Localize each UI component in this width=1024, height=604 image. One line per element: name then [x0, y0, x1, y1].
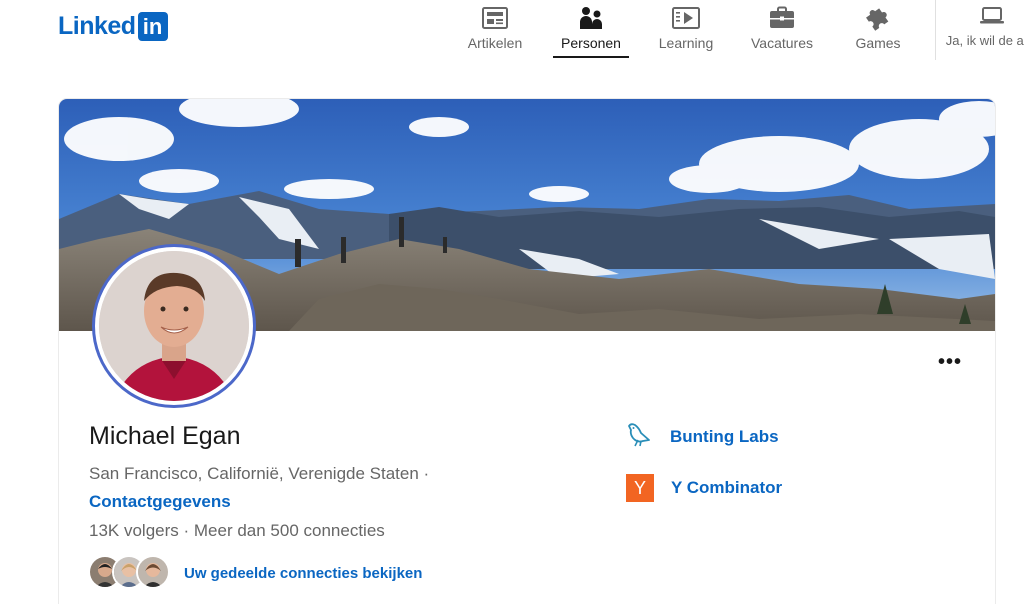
- org-name: Y Combinator: [671, 478, 783, 497]
- org-bunting-labs[interactable]: Bunting Labs: [625, 420, 779, 453]
- nav-label: Vacatures: [751, 35, 813, 51]
- org-name: Bunting Labs: [670, 426, 779, 446]
- connection-avatar: [136, 555, 170, 589]
- profile-stats: 13K volgers · Meer dan 500 connecties: [89, 521, 385, 540]
- y-combinator-logo: Y: [626, 474, 654, 502]
- more-actions-button[interactable]: •••: [935, 351, 965, 373]
- nav-jobs[interactable]: Vacatures: [750, 0, 814, 60]
- nav-games[interactable]: Games: [854, 0, 902, 60]
- people-icon: [576, 4, 606, 32]
- logo-box: in: [137, 12, 168, 41]
- nav-label: Games: [855, 35, 901, 51]
- learning-icon: [671, 4, 701, 32]
- articles-icon: [480, 4, 510, 32]
- profile-avatar[interactable]: [92, 244, 256, 408]
- shared-connections-avatars[interactable]: [88, 555, 170, 589]
- org-y-combinator[interactable]: Y Y Combinator: [626, 474, 782, 502]
- nav-divider: [935, 0, 936, 60]
- nav-get-app[interactable]: Ja, ik wil de app: [944, 0, 1024, 49]
- contact-info-link[interactable]: Contactgegevens: [89, 492, 231, 512]
- jobs-icon: [767, 4, 797, 32]
- games-icon: [863, 4, 893, 32]
- nav-label: Learning: [658, 35, 714, 51]
- laptop-icon: [977, 2, 1007, 30]
- nav-articles[interactable]: Artikelen: [466, 0, 524, 60]
- nav-label: Personen: [561, 35, 621, 51]
- profile-name: Michael Egan: [89, 422, 241, 450]
- nav-people[interactable]: Personen: [553, 0, 629, 60]
- profile-photo: [99, 251, 249, 401]
- nav-learning[interactable]: Learning: [656, 0, 716, 60]
- nav-app-label: Ja, ik wil de app: [945, 33, 1024, 48]
- logo-text: Linked: [58, 12, 136, 40]
- top-nav: Linked in Artikelen Personen Learning Va…: [0, 0, 1024, 62]
- nav-label: Artikelen: [467, 35, 523, 51]
- linkedin-logo[interactable]: Linked in: [58, 12, 168, 41]
- profile-location: San Francisco, Californië, Verenigde Sta…: [89, 464, 430, 483]
- shared-connections-link[interactable]: Uw gedeelde connecties bekijken: [184, 565, 422, 582]
- bird-icon: [625, 420, 653, 453]
